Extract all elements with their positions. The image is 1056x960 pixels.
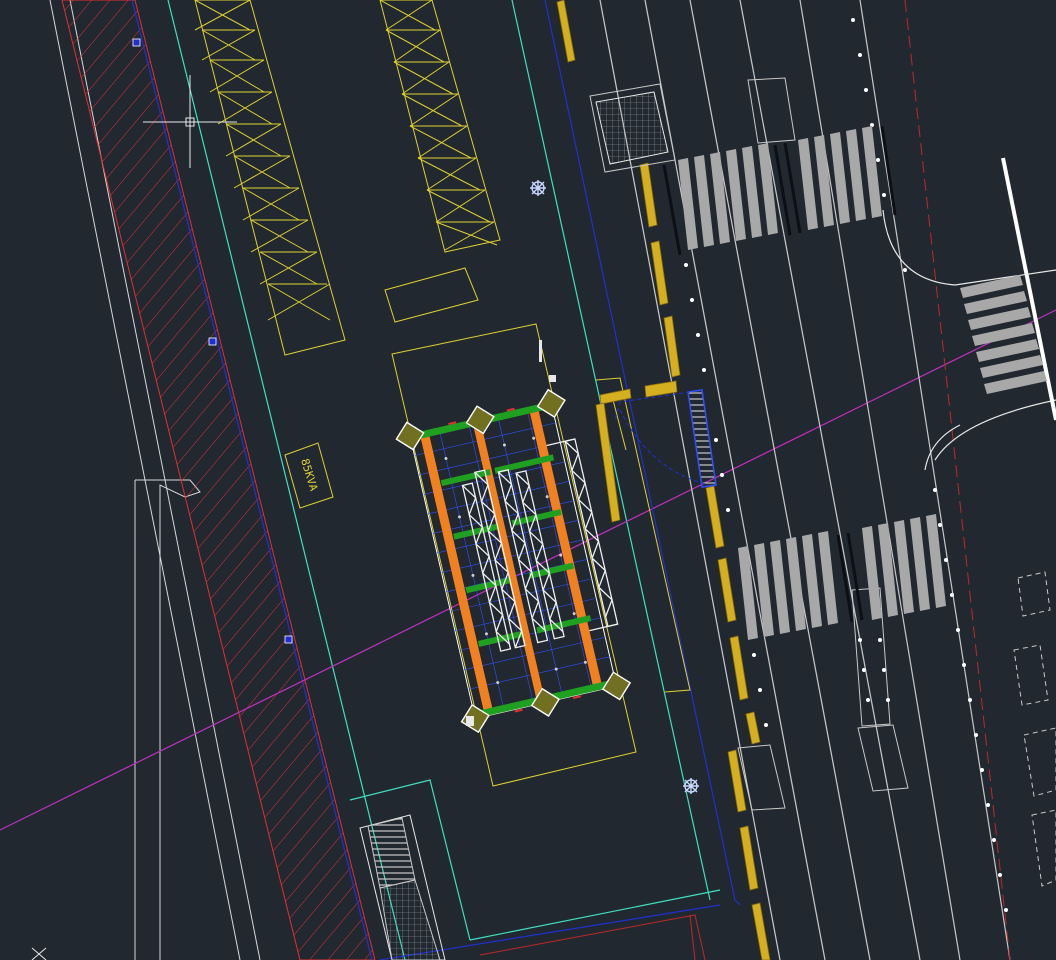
transformer-label: 85KVA	[298, 457, 320, 493]
tree-symbol-icon-2	[683, 778, 699, 794]
road-curves	[882, 209, 1056, 471]
dashed-boundary-right	[904, 0, 1011, 960]
canopy-structure[interactable]	[393, 386, 634, 735]
zebra-crossing-top	[678, 126, 882, 250]
zebra-crossing-bottom	[738, 514, 946, 640]
cad-drawing-canvas[interactable]: 85KVA	[0, 0, 1056, 960]
cad-viewport[interactable]: 85KVA	[0, 0, 1056, 960]
zebra-crossing-right	[960, 275, 1047, 394]
parking-boxes-right	[1013, 571, 1056, 887]
ucs-icon	[31, 947, 47, 960]
tree-symbol-icon	[530, 180, 546, 196]
grate-box	[589, 83, 676, 173]
transformer-85kva[interactable]: 85KVA	[284, 442, 334, 509]
parking-truss-right	[379, 0, 501, 323]
bottom-red-outline	[479, 914, 706, 960]
parking-truss-left	[194, 0, 346, 356]
escalator[interactable]	[359, 814, 446, 960]
